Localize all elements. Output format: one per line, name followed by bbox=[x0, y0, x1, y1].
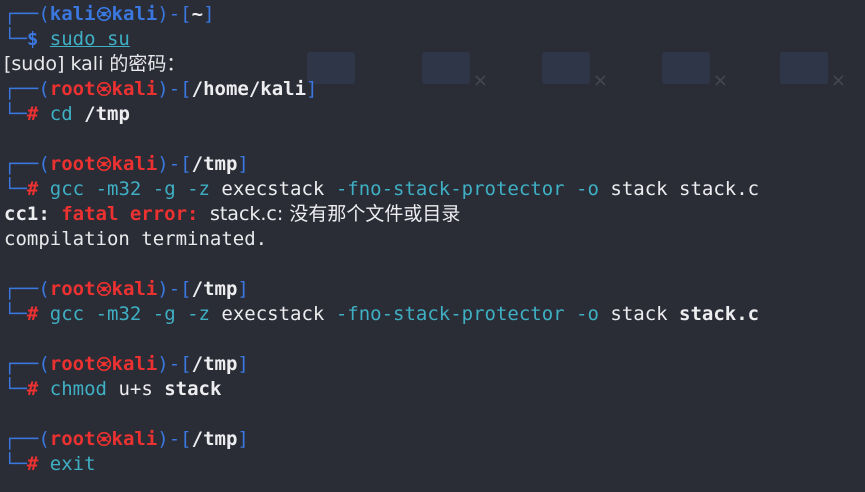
error-message: stack.c: 没有那个文件或目录 bbox=[209, 203, 461, 225]
error-prefix: cc1: bbox=[4, 203, 50, 225]
command-name: chmod bbox=[49, 378, 107, 400]
kali-logo-icon bbox=[96, 431, 112, 447]
kali-logo-icon bbox=[96, 281, 112, 297]
prompt-symbol: $ bbox=[26, 28, 39, 50]
prompt-user: root bbox=[49, 78, 96, 100]
kali-logo-icon bbox=[96, 6, 112, 22]
command-args: stack bbox=[610, 303, 668, 325]
command-line: └─# chmod u+s stack bbox=[4, 378, 222, 400]
prompt-line: ┌──(root kali)-[/tmp] bbox=[4, 278, 249, 300]
error-line: cc1: fatal error: stack.c: 没有那个文件或目录 bbox=[4, 202, 865, 227]
prompt-line: ┌──(root kali)-[/home/kali] bbox=[4, 78, 318, 100]
command-args: -m32 -g -z bbox=[95, 303, 210, 325]
kali-logo-icon bbox=[96, 156, 112, 172]
command-args: -fno-stack-protector -o bbox=[335, 178, 599, 200]
command-args: execstack bbox=[221, 178, 325, 200]
prompt-host: kali bbox=[111, 78, 158, 100]
kali-logo-icon bbox=[96, 81, 112, 97]
prompt-host: kali bbox=[111, 278, 158, 300]
prompt-user: root bbox=[49, 428, 96, 450]
command-args: stack.c bbox=[679, 303, 760, 325]
command-args: stack stack.c bbox=[610, 178, 760, 200]
prompt-line: ┌──(root kali)-[/tmp] bbox=[4, 353, 249, 375]
command-line: └─$ sudo su bbox=[4, 28, 130, 50]
command-args: /tmp bbox=[84, 103, 130, 125]
command-line: └─# exit bbox=[4, 453, 96, 475]
prompt-path: /home/kali bbox=[191, 78, 307, 100]
prompt-symbol: # bbox=[26, 378, 39, 400]
prompt-path: /tmp bbox=[191, 353, 238, 375]
prompt-user: kali bbox=[49, 3, 96, 25]
prompt-host: kali bbox=[111, 3, 158, 25]
prompt-symbol: # bbox=[26, 178, 39, 200]
prompt-host: kali bbox=[111, 428, 158, 450]
command-args: execstack bbox=[221, 303, 325, 325]
command-line: └─# cd /tmp bbox=[4, 103, 130, 125]
command-text: sudo su bbox=[49, 28, 130, 50]
error-kind: fatal error: bbox=[61, 203, 199, 225]
prompt-host: kali bbox=[111, 153, 158, 175]
command-name: gcc bbox=[49, 178, 85, 200]
command-args: stack bbox=[164, 378, 222, 400]
prompt-symbol: # bbox=[26, 303, 39, 325]
prompt-user: root bbox=[49, 353, 96, 375]
kali-logo-icon bbox=[96, 356, 112, 372]
command-name: exit bbox=[49, 453, 96, 475]
command-args: -fno-stack-protector -o bbox=[335, 303, 599, 325]
prompt-symbol: # bbox=[26, 453, 39, 475]
prompt-path: /tmp bbox=[191, 278, 238, 300]
prompt-line: ┌──(root kali)-[/tmp] bbox=[4, 153, 249, 175]
prompt-host: kali bbox=[111, 353, 158, 375]
command-line: └─# gcc -m32 -g -z execstack -fno-stack-… bbox=[4, 178, 760, 200]
prompt-line: ┌──(root kali)-[/tmp] bbox=[4, 428, 249, 450]
command-args: u+s bbox=[118, 378, 153, 400]
sudo-password-prompt: [sudo] kali 的密码： bbox=[4, 53, 186, 75]
command-line: └─# gcc -m32 -g -z execstack -fno-stack-… bbox=[4, 303, 760, 325]
command-args: -m32 -g -z bbox=[95, 178, 210, 200]
prompt-user: root bbox=[49, 153, 96, 175]
prompt-path: /tmp bbox=[191, 153, 238, 175]
terminal-window[interactable]: ┌──(kali kali)-[~] └─$ sudo su [sudo] kal… bbox=[4, 2, 865, 492]
command-name: cd bbox=[49, 103, 73, 125]
prompt-path: ~ bbox=[191, 3, 204, 25]
prompt-user: root bbox=[49, 278, 96, 300]
prompt-path: /tmp bbox=[191, 428, 238, 450]
output-line: compilation terminated. bbox=[4, 228, 268, 250]
prompt-symbol: # bbox=[26, 103, 39, 125]
prompt-line: ┌──(kali kali)-[~] bbox=[4, 3, 215, 25]
command-name: gcc bbox=[49, 303, 85, 325]
